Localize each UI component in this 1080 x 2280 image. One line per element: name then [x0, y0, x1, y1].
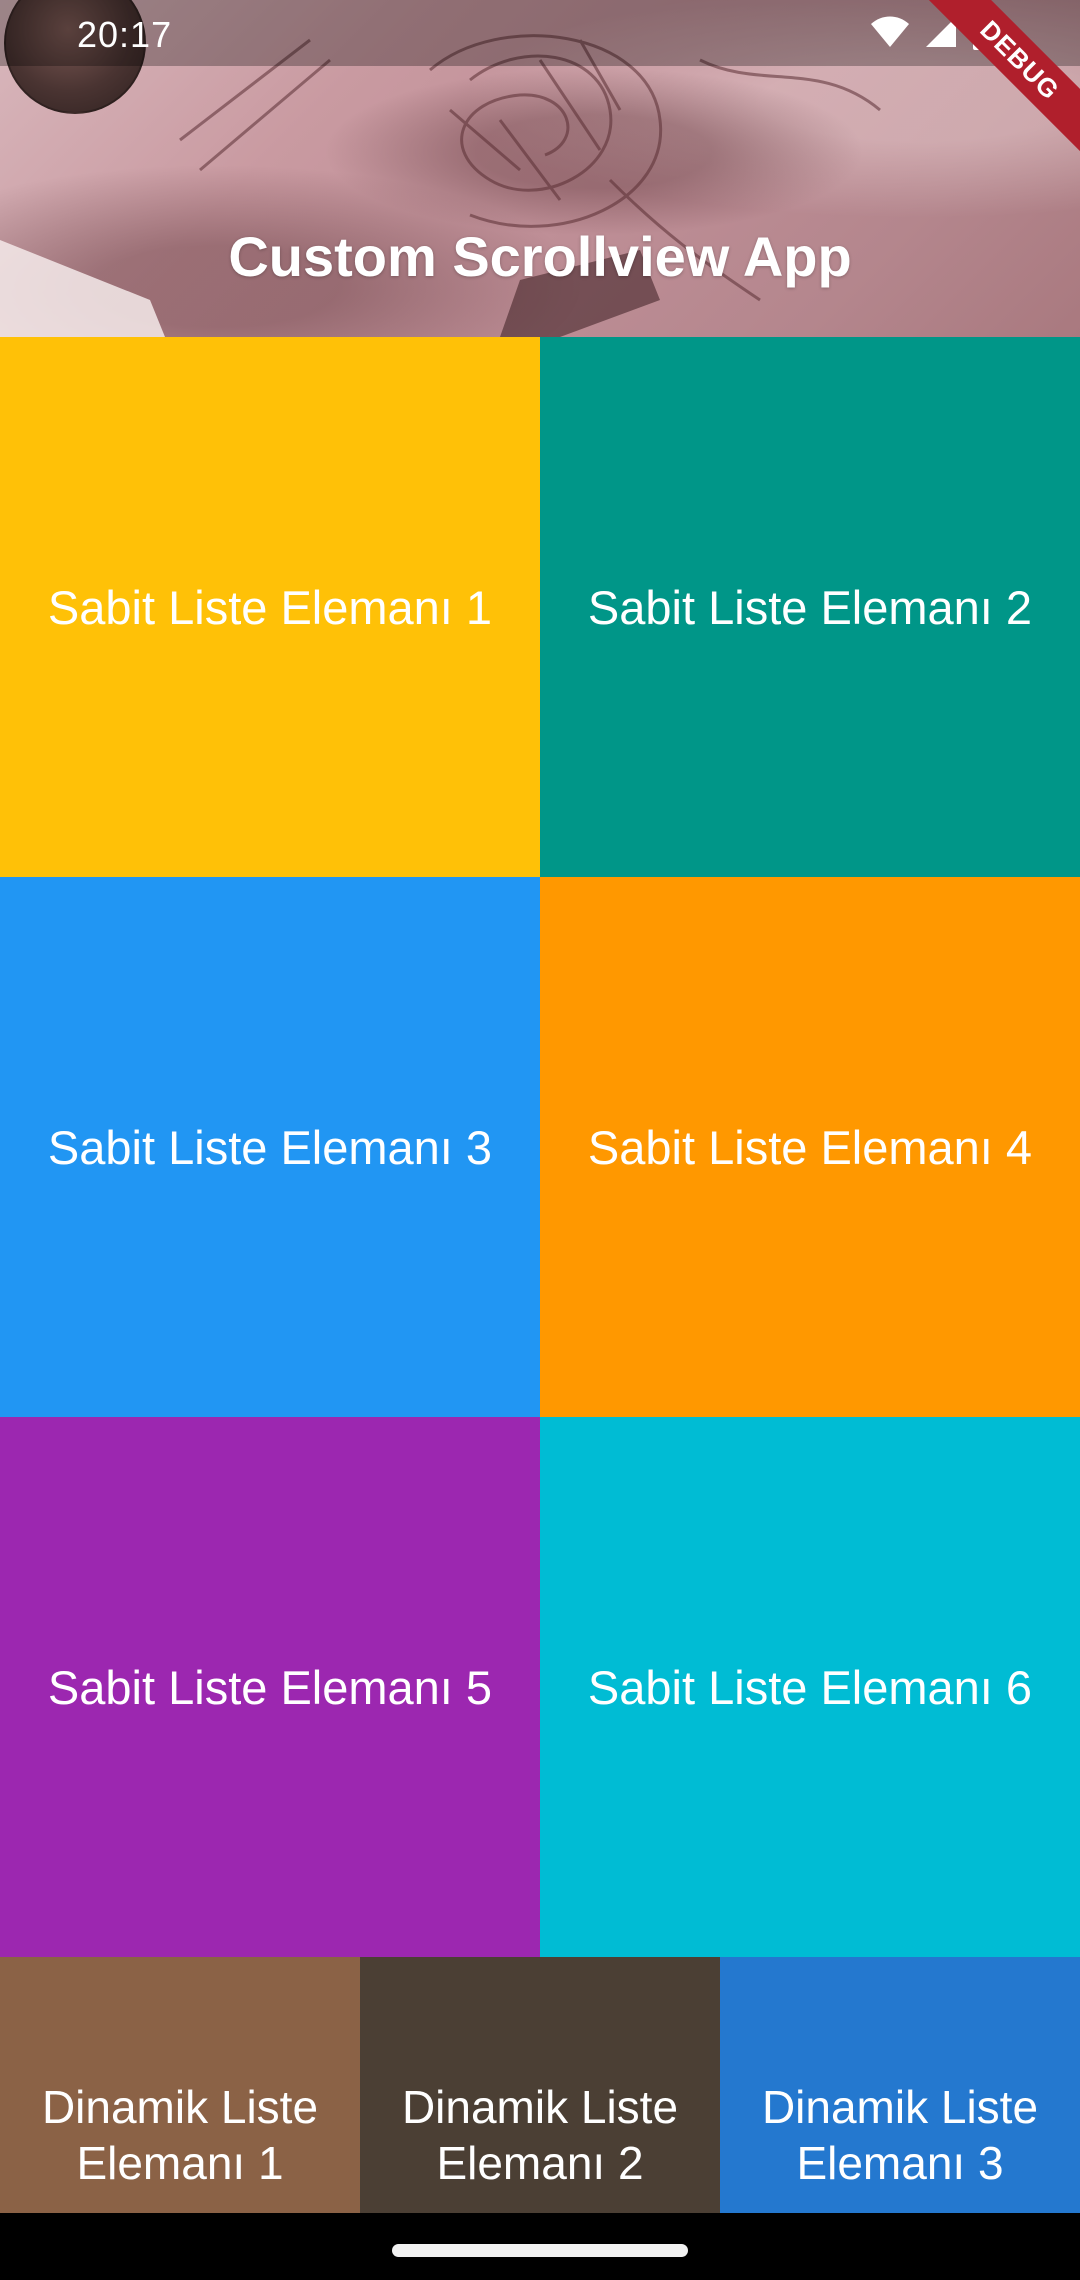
dynamic-item-label-line2: Elemanı 1: [76, 2137, 284, 2189]
fixed-grid: Sabit Liste Elemanı 1 Sabit Liste Eleman…: [0, 337, 1080, 1957]
status-time: 20:17: [77, 14, 173, 55]
fixed-grid-item-label: Sabit Liste Elemanı 2: [587, 580, 1033, 634]
status-bar: 20:17: [0, 0, 1080, 66]
navigation-bar: [0, 2213, 1080, 2280]
wifi-icon: [871, 16, 909, 47]
sliver-app-bar: 20:17 DEBUG Custom Scrollview App: [0, 0, 1080, 337]
dynamic-grid-item[interactable]: Dinamik Liste Elemanı 1: [0, 1957, 360, 2213]
dynamic-item-label-line1: Dinamik Liste: [401, 2081, 679, 2133]
fixed-grid-item[interactable]: Sabit Liste Elemanı 4: [540, 877, 1080, 1417]
gesture-handle[interactable]: [392, 2244, 688, 2257]
fixed-grid-item[interactable]: Sabit Liste Elemanı 2: [540, 337, 1080, 877]
dynamic-item-label-line2: Elemanı 2: [436, 2137, 644, 2189]
dynamic-item-label-line1: Dinamik Liste: [761, 2081, 1039, 2133]
dynamic-item-label-line2: Elemanı 3: [796, 2137, 1004, 2189]
fixed-grid-item[interactable]: Sabit Liste Elemanı 3: [0, 877, 540, 1417]
app-title: Custom Scrollview App: [228, 225, 852, 288]
fixed-grid-item[interactable]: Sabit Liste Elemanı 5: [0, 1417, 540, 1957]
fixed-grid-item-label: Sabit Liste Elemanı 4: [587, 1120, 1033, 1174]
dynamic-grid: Dinamik Liste Elemanı 1 Dinamik Liste El…: [0, 1957, 1080, 2213]
fixed-grid-item[interactable]: Sabit Liste Elemanı 6: [540, 1417, 1080, 1957]
fixed-grid-item[interactable]: Sabit Liste Elemanı 1: [0, 337, 540, 877]
dynamic-item-label-line1: Dinamik Liste: [41, 2081, 319, 2133]
fixed-grid-item-label: Sabit Liste Elemanı 6: [587, 1660, 1033, 1714]
dynamic-grid-item[interactable]: Dinamik Liste Elemanı 3: [720, 1957, 1080, 2213]
fixed-grid-item-label: Sabit Liste Elemanı 3: [47, 1120, 493, 1174]
fixed-grid-item-label: Sabit Liste Elemanı 5: [47, 1660, 493, 1714]
fixed-grid-item-label: Sabit Liste Elemanı 1: [47, 580, 493, 634]
dynamic-grid-item[interactable]: Dinamik Liste Elemanı 2: [360, 1957, 720, 2213]
